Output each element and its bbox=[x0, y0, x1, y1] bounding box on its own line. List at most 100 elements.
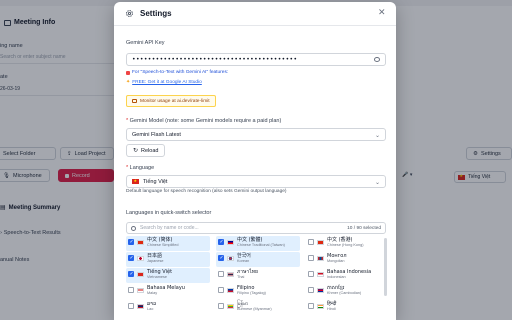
language-english-name: Filipino (Tagalog) bbox=[237, 291, 266, 296]
language-option-name: Bahasa Melayu Malay bbox=[147, 285, 185, 296]
language-english-name: Indonesian bbox=[327, 275, 346, 280]
language-option[interactable]: ภาษาไทย Thai bbox=[216, 268, 300, 283]
language-grid-scrollbar[interactable] bbox=[384, 238, 387, 296]
language-option-name: Tiếng Việt Vietnamese bbox=[147, 269, 172, 280]
language-english-name: Chinese (Hong Kong) bbox=[327, 243, 364, 248]
language-option-name: Монгол Mongolian bbox=[327, 253, 347, 263]
settings-dialog: Settings ✕ Gemini API Key ••••••••••••••… bbox=[114, 2, 396, 320]
la-flag-icon bbox=[137, 303, 144, 309]
api-key-note: For "Speech-to-Text with Gemini AI" feat… bbox=[126, 70, 228, 75]
checkbox-checked[interactable] bbox=[128, 271, 134, 277]
kh-flag-icon bbox=[317, 287, 324, 293]
checkbox[interactable] bbox=[128, 287, 134, 293]
quick-switch-label: Languages in quick-switch selector bbox=[126, 210, 212, 216]
checkbox[interactable] bbox=[218, 303, 224, 309]
hk-flag-icon bbox=[317, 239, 324, 245]
mm-flag-icon bbox=[227, 303, 234, 309]
checkbox[interactable] bbox=[218, 271, 224, 277]
language-english-name: Thai bbox=[237, 275, 245, 280]
language-english-name: Lao bbox=[147, 307, 154, 312]
my-flag-icon bbox=[137, 287, 144, 293]
language-option-name: မြန်မာ Burmese (Myanmar) bbox=[237, 301, 272, 311]
ph-flag-icon bbox=[227, 287, 234, 293]
language-english-name: Chinese Simplified bbox=[147, 243, 179, 248]
language-option[interactable]: 한국어Korean bbox=[216, 252, 300, 267]
chevron-down-icon: ⌄ bbox=[374, 179, 380, 186]
api-key-label: Gemini API Key bbox=[126, 40, 165, 46]
reload-button[interactable]: ↻ Reload bbox=[126, 144, 166, 157]
language-option-name: हिन्दी Hindi bbox=[327, 301, 336, 312]
mn-flag-icon bbox=[317, 255, 324, 261]
checkbox[interactable] bbox=[308, 287, 314, 293]
close-icon[interactable]: ✕ bbox=[378, 8, 386, 18]
language-option[interactable]: မြန်မာ Burmese (Myanmar) bbox=[216, 300, 300, 315]
language-option-name: 中文 (简体) Chinese Simplified bbox=[147, 237, 179, 248]
selected-count: 10 / 90 selected bbox=[347, 226, 381, 231]
language-select[interactable]: Tiếng Việt ⌄ bbox=[126, 175, 386, 188]
checkbox-checked[interactable] bbox=[128, 239, 134, 245]
language-checkbox-grid: 中文 (简体)Chinese Simplified 中文 (繁體)Chinese … bbox=[126, 236, 382, 320]
language-english-name: Chinese Traditional (Taiwan) bbox=[237, 243, 285, 248]
language-search-input[interactable]: Search by name or code... 10 / 90 select… bbox=[126, 222, 386, 234]
language-option-name: ภาษาไทย Thai bbox=[237, 269, 258, 280]
vn-flag-icon bbox=[137, 271, 144, 277]
checkbox-checked[interactable] bbox=[128, 255, 134, 261]
language-option-name: 中文 (香港) Chinese (Hong Kong) bbox=[327, 237, 364, 248]
language-label: * Language bbox=[126, 165, 155, 171]
chevron-down-icon: ⌄ bbox=[374, 132, 380, 139]
language-option-name: ລາວ Lao bbox=[147, 301, 156, 312]
language-option[interactable]: 日本語Japanese bbox=[126, 252, 210, 267]
language-option-name: 日本語 Japanese bbox=[147, 253, 164, 264]
checkbox[interactable] bbox=[308, 303, 314, 309]
language-option[interactable]: Bahasa Indonesia Indonesian bbox=[306, 268, 382, 283]
model-select[interactable]: Gemini Flash Latest ⌄ bbox=[126, 128, 386, 141]
language-option[interactable]: 中文 (简体)Chinese Simplified bbox=[126, 236, 210, 251]
dialog-title: Settings bbox=[140, 9, 172, 18]
language-option[interactable]: हिन्दी Hindi bbox=[306, 300, 382, 315]
checkbox-checked[interactable] bbox=[218, 255, 224, 261]
gear-icon bbox=[126, 10, 133, 17]
language-english-name: Malay bbox=[147, 291, 158, 296]
language-english-name: Japanese bbox=[147, 259, 164, 264]
eye-icon[interactable] bbox=[374, 57, 380, 62]
ai-studio-link[interactable]: ✦ FREE: Get it at Google AI Studio bbox=[126, 79, 202, 85]
refresh-icon: ↻ bbox=[133, 147, 139, 154]
language-option[interactable]: ລາວ Lao bbox=[126, 300, 210, 315]
model-label: * Gemini Model (note: some Gemini models… bbox=[126, 118, 282, 124]
language-option[interactable]: Монгол Mongolian bbox=[306, 252, 382, 267]
checkbox[interactable] bbox=[218, 287, 224, 293]
th-flag-icon bbox=[227, 271, 234, 277]
language-hint: Default language for speech recognition … bbox=[126, 189, 287, 194]
checkbox[interactable] bbox=[308, 255, 314, 261]
kr-flag-icon bbox=[227, 255, 234, 261]
info-icon bbox=[126, 70, 130, 75]
language-option[interactable]: 中文 (香港) Chinese (Hong Kong) bbox=[306, 236, 382, 251]
language-option-name: ភាសាខ្មែរ Khmer (Cambodian) bbox=[327, 285, 361, 295]
api-key-input[interactable]: ••••••••••••••••••••••••••••••••••••••••… bbox=[126, 53, 386, 66]
in-flag-icon bbox=[317, 303, 324, 309]
language-option[interactable]: Bahasa Melayu Malay bbox=[126, 284, 210, 299]
language-option-name: Bahasa Indonesia Indonesian bbox=[327, 269, 371, 280]
checkbox-checked[interactable] bbox=[218, 239, 224, 245]
tw-flag-icon bbox=[227, 239, 234, 245]
jp-flag-icon bbox=[137, 255, 144, 261]
language-english-name: Vietnamese bbox=[147, 275, 167, 280]
language-option-name: Filipino Filipino (Tagalog) bbox=[237, 285, 266, 296]
checkbox[interactable] bbox=[128, 303, 134, 309]
sparkle-icon: ✦ bbox=[126, 79, 131, 85]
checkbox[interactable] bbox=[308, 271, 314, 277]
language-english-name: Korean bbox=[237, 259, 250, 264]
language-option[interactable]: Filipino Filipino (Tagalog) bbox=[216, 284, 300, 299]
language-english-name: Hindi bbox=[327, 307, 336, 312]
dialog-header: Settings ✕ bbox=[114, 2, 396, 26]
search-icon bbox=[131, 226, 136, 231]
language-option[interactable]: ភាសាខ្មែរ Khmer (Cambodian) bbox=[306, 284, 382, 299]
vietnam-flag-icon bbox=[132, 178, 139, 184]
language-option[interactable]: 中文 (繁體)Chinese Traditional (Taiwan) bbox=[216, 236, 300, 251]
monitor-icon bbox=[132, 99, 137, 103]
usage-monitor-link[interactable]: Monitor usage at ai.dev/rate-limit bbox=[126, 95, 216, 107]
checkbox[interactable] bbox=[308, 239, 314, 245]
language-option[interactable]: Tiếng ViệtVietnamese bbox=[126, 268, 210, 283]
language-option-name: 中文 (繁體) Chinese Traditional (Taiwan) bbox=[237, 237, 285, 248]
cn-flag-icon bbox=[137, 239, 144, 245]
